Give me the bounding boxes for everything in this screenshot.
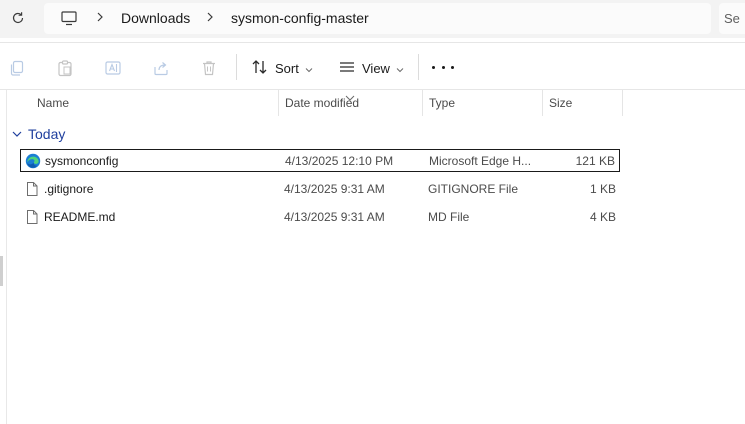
search-placeholder: Se (724, 11, 740, 26)
file-type: GITIGNORE File (428, 182, 519, 196)
file-type: Microsoft Edge H... (429, 154, 532, 168)
this-pc-icon[interactable] (60, 9, 78, 27)
column-separator[interactable] (622, 90, 623, 116)
file-size: 1 KB (589, 182, 616, 196)
chevron-down-icon[interactable] (12, 125, 22, 143)
file-size: 121 KB (575, 154, 615, 168)
breadcrumb-downloads[interactable]: Downloads (121, 10, 190, 26)
file-size: 4 KB (589, 210, 616, 224)
toolbar-divider (236, 54, 237, 80)
file-date: 4/13/2025 9:31 AM (284, 210, 385, 224)
pane-resize-handle[interactable] (0, 256, 3, 286)
delete-icon[interactable] (200, 59, 218, 77)
column-header-name-label: Name (37, 96, 70, 110)
refresh-icon[interactable] (8, 8, 28, 28)
paste-icon[interactable] (56, 59, 74, 77)
file-name: README.md (44, 210, 116, 224)
group-label: Today (28, 126, 66, 142)
file-row-gitignore[interactable]: .gitignore 4/13/2025 9:31 AM GITIGNORE F… (20, 178, 620, 201)
column-header-size-label: Size (549, 96, 573, 110)
view-label: View (362, 60, 390, 76)
copy-icon[interactable] (8, 59, 26, 77)
breadcrumb-sysmon-config-master[interactable]: sysmon-config-master (231, 10, 369, 26)
toolbar-divider (418, 54, 419, 80)
file-name: sysmonconfig (45, 154, 119, 168)
sort-button[interactable]: Sort (251, 58, 313, 78)
rename-icon[interactable] (104, 59, 122, 77)
column-header-date-modified[interactable]: Date modified (279, 90, 422, 116)
column-header-type-label: Type (429, 96, 456, 110)
sort-label: Sort (275, 60, 299, 76)
command-bar: Sort View (0, 42, 745, 90)
chevron-down-icon (305, 61, 313, 76)
file-date: 4/13/2025 9:31 AM (284, 182, 385, 196)
search-box[interactable]: Se (719, 3, 745, 34)
chevron-down-icon (396, 61, 404, 76)
file-name: .gitignore (44, 182, 94, 196)
share-icon[interactable] (152, 59, 170, 77)
sort-icon (251, 59, 269, 78)
navigation-pane-edge (6, 90, 7, 424)
view-button[interactable]: View (338, 58, 404, 78)
file-date: 4/13/2025 12:10 PM (285, 154, 394, 168)
file-row-sysmonconfig[interactable]: sysmonconfig 4/13/2025 12:10 PM Microsof… (20, 149, 620, 172)
column-header-type[interactable]: Type (423, 90, 542, 116)
file-type: MD File (428, 210, 470, 224)
column-header-size[interactable]: Size (543, 90, 622, 116)
chevron-right-icon[interactable] (94, 10, 106, 24)
address-bar-row: Downloads sysmon-config-master Se (0, 0, 745, 38)
column-header-name[interactable]: Name (20, 90, 278, 116)
more-options-icon[interactable] (432, 66, 454, 72)
chevron-right-icon[interactable] (204, 10, 216, 24)
file-row-readme[interactable]: README.md 4/13/2025 9:31 AM MD File 4 KB (20, 206, 620, 229)
file-icon (24, 181, 40, 197)
column-header-date-label: Date modified (285, 96, 360, 110)
file-icon (24, 209, 40, 225)
group-header-today[interactable]: Today (12, 124, 65, 144)
view-icon (338, 59, 356, 78)
edge-icon (25, 153, 41, 169)
